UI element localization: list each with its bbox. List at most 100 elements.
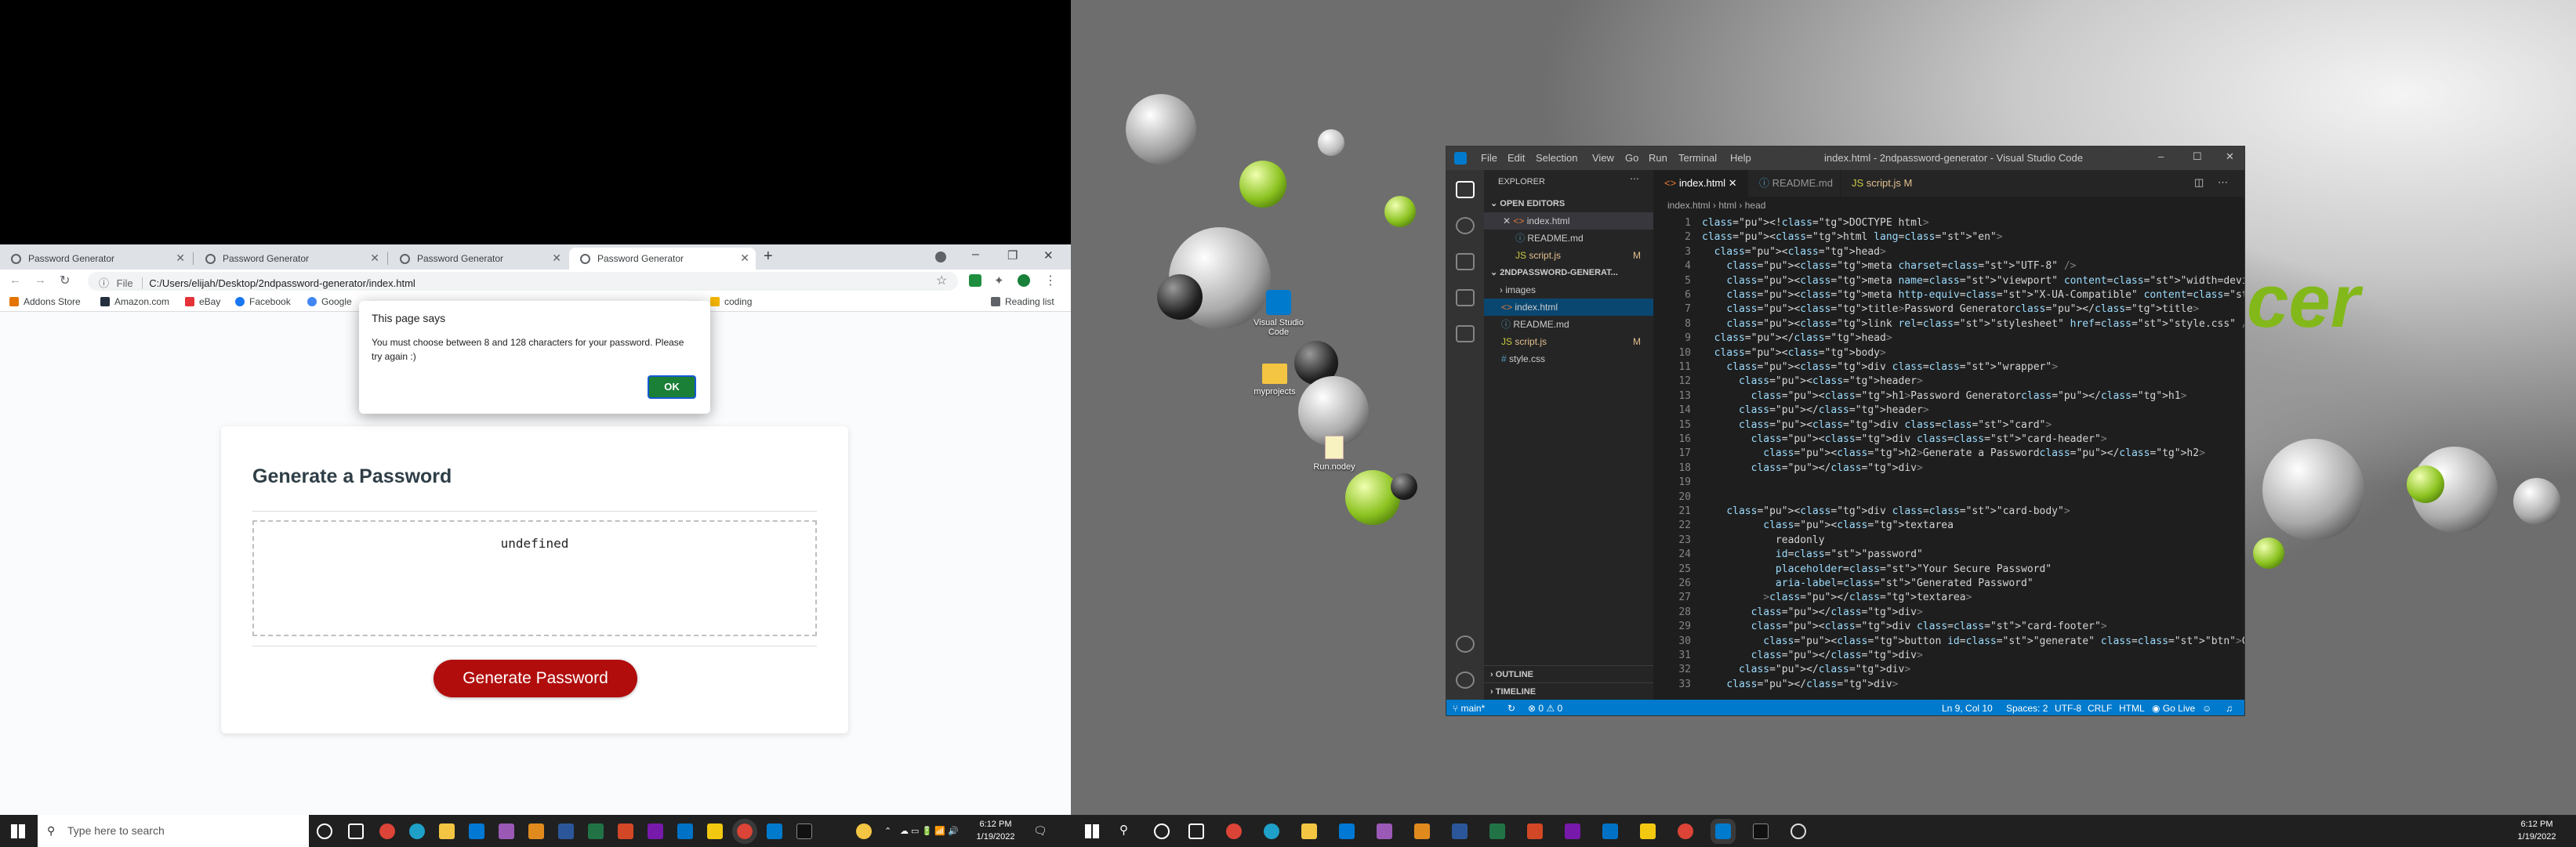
gear-icon[interactable] [1456,671,1475,689]
word-icon[interactable] [1452,823,1468,839]
app-icon[interactable] [1414,823,1430,839]
menu-terminal[interactable]: Terminal [1678,152,1717,164]
desktop-icon-folder[interactable]: myprojects [1246,364,1303,396]
go-live-button[interactable]: ◉ Go Live [2152,700,2195,715]
code-line[interactable]: class="pu"></class="tg">div> [1702,606,1923,618]
code-line[interactable]: class="pu"><class="tg">h2>Generate a Pas… [1702,447,2205,459]
bookmark-item[interactable]: eBay [185,296,220,307]
windows-start-icon[interactable] [11,824,25,838]
file-item[interactable]: <> index.html [1484,299,1653,316]
onenote-icon[interactable] [1565,823,1580,839]
browser-tab[interactable]: Password Generator ✕ [194,248,386,270]
editor-tab[interactable]: ⓘ README.md [1747,170,1840,197]
file-item[interactable]: # style.css [1484,350,1653,367]
code-line[interactable]: class="pu"><class="tg">meta http-equiv=c… [1702,289,2244,301]
shield-icon[interactable] [1018,274,1030,287]
tray-chevron-icon[interactable]: ⌃ [884,825,891,838]
open-editor-item[interactable]: JS script.js M [1484,247,1653,264]
problems-indicator[interactable]: ⊗ 0 ⚠ 0 [1528,700,1562,715]
breadcrumb-item[interactable]: index.html [1667,200,1711,211]
language-mode[interactable]: HTML [2119,700,2145,715]
store-icon[interactable] [469,823,484,839]
open-editor-item[interactable]: ✕ <> index.html [1484,212,1653,230]
menu-icon[interactable]: ⋮ [1044,273,1057,288]
terminal-icon[interactable] [1753,823,1769,839]
close-window-button[interactable]: ✕ [1043,248,1054,262]
ok-button[interactable]: OK [648,375,696,399]
menu-selection[interactable]: Selection [1536,152,1577,164]
maximize-button[interactable]: ☐ [2193,150,2202,163]
cortana-icon[interactable] [1154,823,1170,839]
bookmark-item[interactable]: Google [307,296,352,307]
close-tab-icon[interactable]: ✕ [370,252,379,265]
file-explorer-icon[interactable] [1301,823,1317,839]
notification-icon[interactable]: 🗨 [1033,824,1047,837]
code-line[interactable]: class="pu"><class="tg">html lang=class="… [1702,231,2003,243]
bookmark-star-icon[interactable]: ☆ [936,273,947,288]
store-icon[interactable] [1339,823,1355,839]
breadcrumb-item[interactable]: head [1745,200,1766,211]
cursor-position[interactable]: Ln 9, Col 10 [1942,700,1993,715]
code-line[interactable]: class="pu"><class="tg">button id=class="… [1702,635,2244,647]
indentation[interactable]: Spaces: 2 [2006,700,2048,715]
chrome-icon[interactable] [379,823,395,839]
editor-tab-active[interactable]: <> index.html ✕ [1653,170,1747,197]
browser-tab[interactable]: Password Generator ✕ [0,248,191,270]
code-line[interactable]: class="pu"></class="tg">div> [1702,664,1910,675]
account-icon[interactable] [1456,635,1475,653]
minimize-button[interactable]: – [2158,150,2164,162]
code-line[interactable]: class="pu"><class="tg">title>Password Ge… [1702,303,2199,315]
edge-icon[interactable] [1264,823,1279,839]
code-line[interactable]: class="pu"><class="tg">meta name=class="… [1702,275,2244,287]
chrome-icon-active[interactable] [732,819,757,844]
feedback-icon[interactable]: ☺ [2202,700,2211,715]
search-icon[interactable]: ⚲ [1119,824,1128,837]
clock[interactable]: 6:12 PM 1/19/2022 [972,818,1019,843]
more-actions-icon[interactable]: ⋯ [1630,173,1639,184]
task-view-icon[interactable] [1188,823,1204,839]
code-line[interactable]: class="pu"><class="tg">head> [1702,246,1886,258]
menu-help[interactable]: Help [1730,152,1751,164]
app-icon[interactable] [1377,823,1392,839]
forward-icon[interactable]: → [34,273,46,287]
app-icon[interactable] [528,823,544,839]
editor-tab[interactable]: JS script.js M [1840,170,1934,197]
restore-button[interactable]: ❐ [1007,248,1018,262]
outlook-icon[interactable] [677,823,693,839]
back-icon[interactable]: ← [9,273,21,287]
desktop-icon-file[interactable]: Run.nodey [1305,436,1363,472]
extension-icon[interactable] [969,274,981,287]
new-tab-button[interactable]: + [764,248,773,266]
explorer-icon[interactable] [1456,181,1475,198]
code-line[interactable]: class="pu"><!class="tg">DOCTYPE html> [1702,217,1929,229]
code-line[interactable]: class="pu"><class="tg">div class=class="… [1702,361,2058,373]
password-textarea[interactable]: undefined [252,520,817,636]
code-line[interactable]: class="pu"></class="tg">header> [1702,404,1929,416]
project-folder-header[interactable]: ⌄ 2NDPASSWORD-GENERAT... [1484,264,1653,281]
file-item[interactable]: JS script.js M [1484,333,1653,350]
clock[interactable]: 6:12 PM 1/19/2022 [2513,818,2560,843]
search-icon[interactable] [1456,217,1475,234]
code-line[interactable]: class="pu"></class="tg">head> [1702,332,1892,344]
code-line[interactable]: readonly [1702,534,1825,546]
code-line[interactable]: class="pu"><class="tg">body> [1702,347,1886,359]
code-line[interactable]: class="pu"><class="tg">meta charset=clas… [1702,260,2076,272]
reload-icon[interactable]: ↻ [60,273,70,288]
chrome-icon[interactable] [1678,823,1693,839]
onenote-icon[interactable] [648,823,663,839]
code-line[interactable]: class="pu"></class="tg">div> [1702,650,1923,661]
terminal-icon[interactable] [796,823,812,839]
menu-go[interactable]: Go [1625,152,1638,164]
close-tab-icon[interactable]: ✕ [552,252,561,265]
edge-icon[interactable] [409,823,425,839]
desktop-icon-vscode[interactable]: Visual Studio Code [1251,290,1306,337]
close-window-button[interactable]: ✕ [2226,150,2234,163]
outline-header[interactable]: › OUTLINE [1484,665,1653,682]
generate-password-button[interactable]: Generate Password [434,660,637,697]
tray-icons[interactable]: ☁ ▭ 🔋 📶 🔊 [900,825,959,838]
windows-start-icon[interactable] [1085,824,1099,838]
taskbar-search[interactable]: ⚲ Type here to search [38,815,309,847]
outlook-icon[interactable] [1602,823,1618,839]
tab-search-icon[interactable] [935,252,946,262]
open-editor-item[interactable]: ⓘ README.md [1484,230,1653,247]
